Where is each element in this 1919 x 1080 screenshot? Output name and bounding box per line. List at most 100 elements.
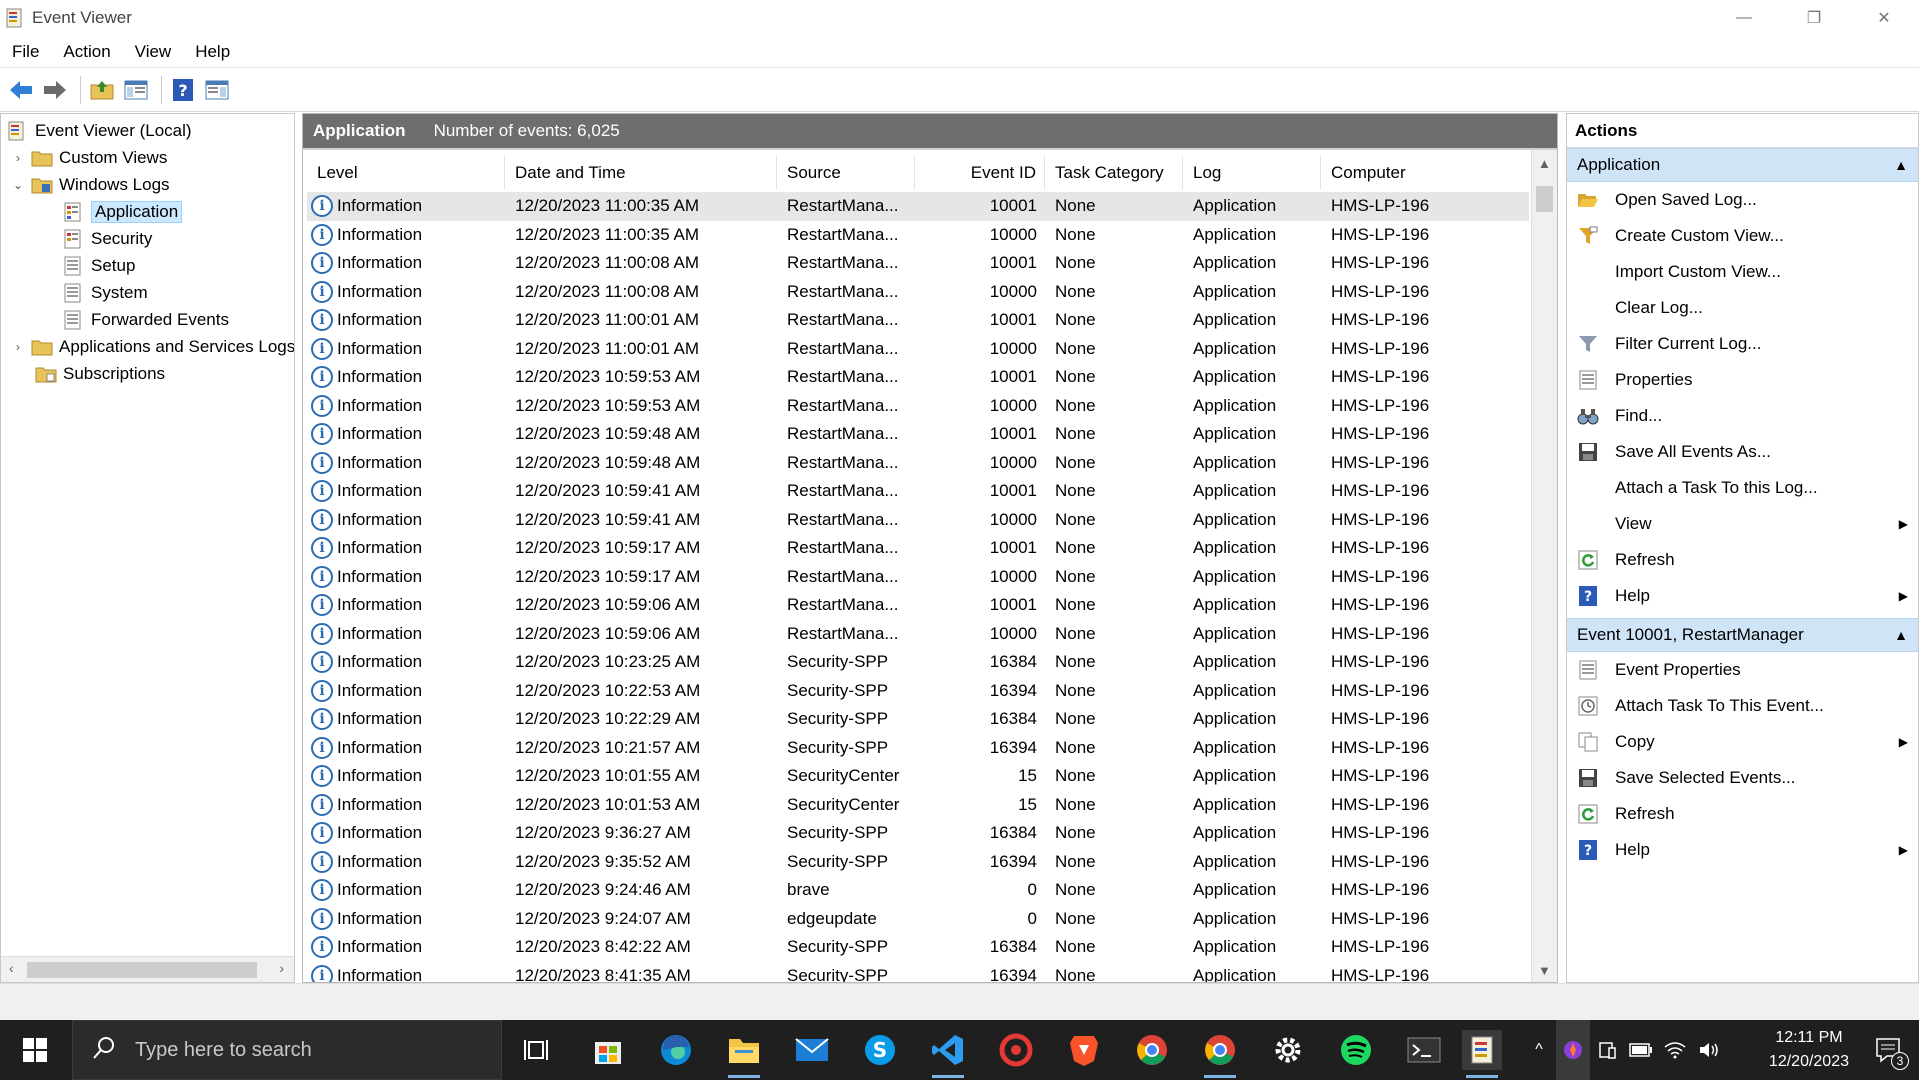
scrollbar-thumb[interactable] [27, 962, 257, 978]
skype-icon[interactable]: S [860, 1030, 900, 1070]
action-attach-a-task-to-this-log[interactable]: Attach a Task To this Log... [1567, 470, 1918, 506]
table-row[interactable]: i Information 12/20/2023 10:22:53 AM Securi… [307, 677, 1529, 706]
table-row[interactable]: i Information 12/20/2023 10:59:17 AM Restar… [307, 563, 1529, 592]
tree-item-setup[interactable]: Setup [63, 252, 135, 279]
restore-button[interactable]: ❐ [1779, 0, 1849, 36]
column-header-log[interactable]: Log [1183, 156, 1321, 190]
up-folder-icon[interactable] [87, 75, 117, 105]
tree-item-system[interactable]: System [63, 279, 148, 306]
column-header-date-time[interactable]: Date and Time [505, 156, 777, 190]
app-icon-red-swirl[interactable] [996, 1030, 1036, 1070]
action-save-selected-events[interactable]: Save Selected Events... [1567, 760, 1918, 796]
action-event-properties[interactable]: Event Properties [1567, 652, 1918, 688]
table-row[interactable]: i Information 12/20/2023 10:59:41 AM Restar… [307, 506, 1529, 535]
volume-icon[interactable] [1692, 1041, 1726, 1059]
collapse-caret-icon[interactable]: ▲ [1894, 157, 1908, 173]
tree-item-security[interactable]: Security [63, 225, 152, 252]
action-help[interactable]: ? Help ▶ [1567, 832, 1918, 868]
scroll-down-arrow-icon[interactable]: ▼ [1538, 963, 1551, 978]
event-viewer-taskbar-icon[interactable] [1462, 1030, 1502, 1078]
scroll-left-arrow-icon[interactable]: ‹ [9, 960, 14, 976]
table-row[interactable]: i Information 12/20/2023 11:00:08 AM Restar… [307, 278, 1529, 307]
battery-icon[interactable] [1624, 1043, 1658, 1057]
mail-icon[interactable] [792, 1030, 832, 1070]
table-row[interactable]: i Information 12/20/2023 11:00:01 AM Restar… [307, 306, 1529, 335]
table-row[interactable]: i Information 12/20/2023 10:59:53 AM Restar… [307, 392, 1529, 421]
action-properties[interactable]: Properties [1567, 362, 1918, 398]
action-find[interactable]: Find... [1567, 398, 1918, 434]
table-row[interactable]: i Information 12/20/2023 10:59:41 AM Restar… [307, 477, 1529, 506]
scroll-right-arrow-icon[interactable]: › [279, 960, 284, 976]
action-create-custom-view[interactable]: Create Custom View... [1567, 218, 1918, 254]
tree-item-custom-views[interactable]: › Custom Views [11, 144, 167, 171]
table-row[interactable]: i Information 12/20/2023 8:42:22 AM Securit… [307, 933, 1529, 962]
minimize-button[interactable]: — [1709, 0, 1779, 36]
table-row[interactable]: i Information 12/20/2023 10:01:53 AM Securi… [307, 791, 1529, 820]
tray-app-icon[interactable] [1556, 1020, 1590, 1080]
chrome-profile-icon[interactable] [1200, 1030, 1240, 1078]
column-header-task-category[interactable]: Task Category [1045, 156, 1183, 190]
action-attach-task-to-this-event[interactable]: Attach Task To This Event... [1567, 688, 1918, 724]
collapse-caret-icon[interactable]: ▲ [1894, 627, 1908, 643]
column-header-level[interactable]: Level [307, 156, 505, 190]
action-filter-current-log[interactable]: Filter Current Log... [1567, 326, 1918, 362]
help-icon[interactable]: ? [168, 75, 198, 105]
table-row[interactable]: i Information 12/20/2023 11:00:35 AM Restar… [307, 221, 1529, 250]
column-header-source[interactable]: Source [777, 156, 915, 190]
action-copy[interactable]: Copy ▶ [1567, 724, 1918, 760]
notification-center-icon[interactable]: 3 [1873, 1034, 1909, 1070]
back-arrow-icon[interactable] [6, 75, 36, 105]
table-row[interactable]: i Information 12/20/2023 9:35:52 AM Securit… [307, 848, 1529, 877]
vertical-scrollbar[interactable]: ▲ ▼ [1531, 150, 1557, 982]
table-row[interactable]: i Information 12/20/2023 10:59:48 AM Restar… [307, 420, 1529, 449]
table-row[interactable]: i Information 12/20/2023 10:22:29 AM Securi… [307, 705, 1529, 734]
action-clear-log[interactable]: Clear Log... [1567, 290, 1918, 326]
table-row[interactable]: i Information 12/20/2023 10:23:25 AM Securi… [307, 648, 1529, 677]
scroll-up-arrow-icon[interactable]: ▲ [1538, 156, 1551, 171]
file-explorer-icon[interactable] [724, 1030, 764, 1078]
horizontal-scrollbar[interactable]: ‹ › [1, 956, 294, 982]
task-view-icon[interactable] [518, 1030, 558, 1070]
start-button[interactable] [0, 1020, 70, 1080]
menu-file[interactable]: File [0, 42, 51, 62]
show-hide-action-pane-icon[interactable] [202, 75, 232, 105]
tree-item-windows-logs[interactable]: ⌄ Windows Logs [11, 171, 170, 198]
table-row[interactable]: i Information 12/20/2023 10:21:57 AM Securi… [307, 734, 1529, 763]
action-view[interactable]: View ▶ [1567, 506, 1918, 542]
tree-item-application[interactable]: Application [63, 198, 183, 225]
table-row[interactable]: i Information 12/20/2023 10:01:55 AM Securi… [307, 762, 1529, 791]
column-header-event-id[interactable]: Event ID [915, 156, 1045, 190]
vscode-icon[interactable] [928, 1030, 968, 1078]
tree-item-forwarded-events[interactable]: Forwarded Events [63, 306, 229, 333]
table-row[interactable]: i Information 12/20/2023 11:00:08 AM Restar… [307, 249, 1529, 278]
table-row[interactable]: i Information 12/20/2023 10:59:06 AM Restar… [307, 591, 1529, 620]
action-refresh[interactable]: Refresh [1567, 542, 1918, 578]
expand-chevron-icon[interactable]: › [11, 151, 25, 165]
table-row[interactable]: i Information 12/20/2023 10:59:48 AM Restar… [307, 449, 1529, 478]
table-row[interactable]: i Information 12/20/2023 8:41:35 AM Securit… [307, 962, 1529, 982]
scrollbar-thumb[interactable] [1536, 186, 1553, 212]
table-row[interactable]: i Information 12/20/2023 9:24:07 AM edgeupd… [307, 905, 1529, 934]
show-hidden-icons-chevron-icon[interactable]: ^ [1522, 1041, 1556, 1059]
table-row[interactable]: i Information 12/20/2023 11:00:35 AM Restar… [307, 192, 1529, 221]
actions-section-application[interactable]: Application ▲ [1567, 148, 1918, 182]
wifi-icon[interactable] [1658, 1041, 1692, 1059]
edge-browser-icon[interactable] [656, 1030, 696, 1070]
table-row[interactable]: i Information 12/20/2023 11:00:01 AM Restar… [307, 335, 1529, 364]
menu-help[interactable]: Help [183, 42, 242, 62]
settings-gear-icon[interactable] [1268, 1030, 1308, 1070]
action-import-custom-view[interactable]: Import Custom View... [1567, 254, 1918, 290]
tree-item-event-viewer-local[interactable]: Event Viewer (Local) [7, 117, 192, 144]
menu-action[interactable]: Action [51, 42, 122, 62]
table-row[interactable]: i Information 12/20/2023 10:59:53 AM Restar… [307, 363, 1529, 392]
table-row[interactable]: i Information 12/20/2023 9:36:27 AM Securit… [307, 819, 1529, 848]
device-icon[interactable] [1590, 1040, 1624, 1060]
tree-item-applications-and-services-logs[interactable]: › Applications and Services Logs [11, 333, 294, 360]
taskbar-clock[interactable]: 12:11 PM 12/20/2023 [1769, 1026, 1849, 1074]
forward-arrow-icon[interactable] [40, 75, 70, 105]
brave-browser-icon[interactable] [1064, 1030, 1104, 1070]
action-save-all-events-as[interactable]: Save All Events As... [1567, 434, 1918, 470]
table-row[interactable]: i Information 12/20/2023 10:59:06 AM Restar… [307, 620, 1529, 649]
column-header-computer[interactable]: Computer [1321, 156, 1529, 190]
chrome-browser-icon[interactable] [1132, 1030, 1172, 1070]
